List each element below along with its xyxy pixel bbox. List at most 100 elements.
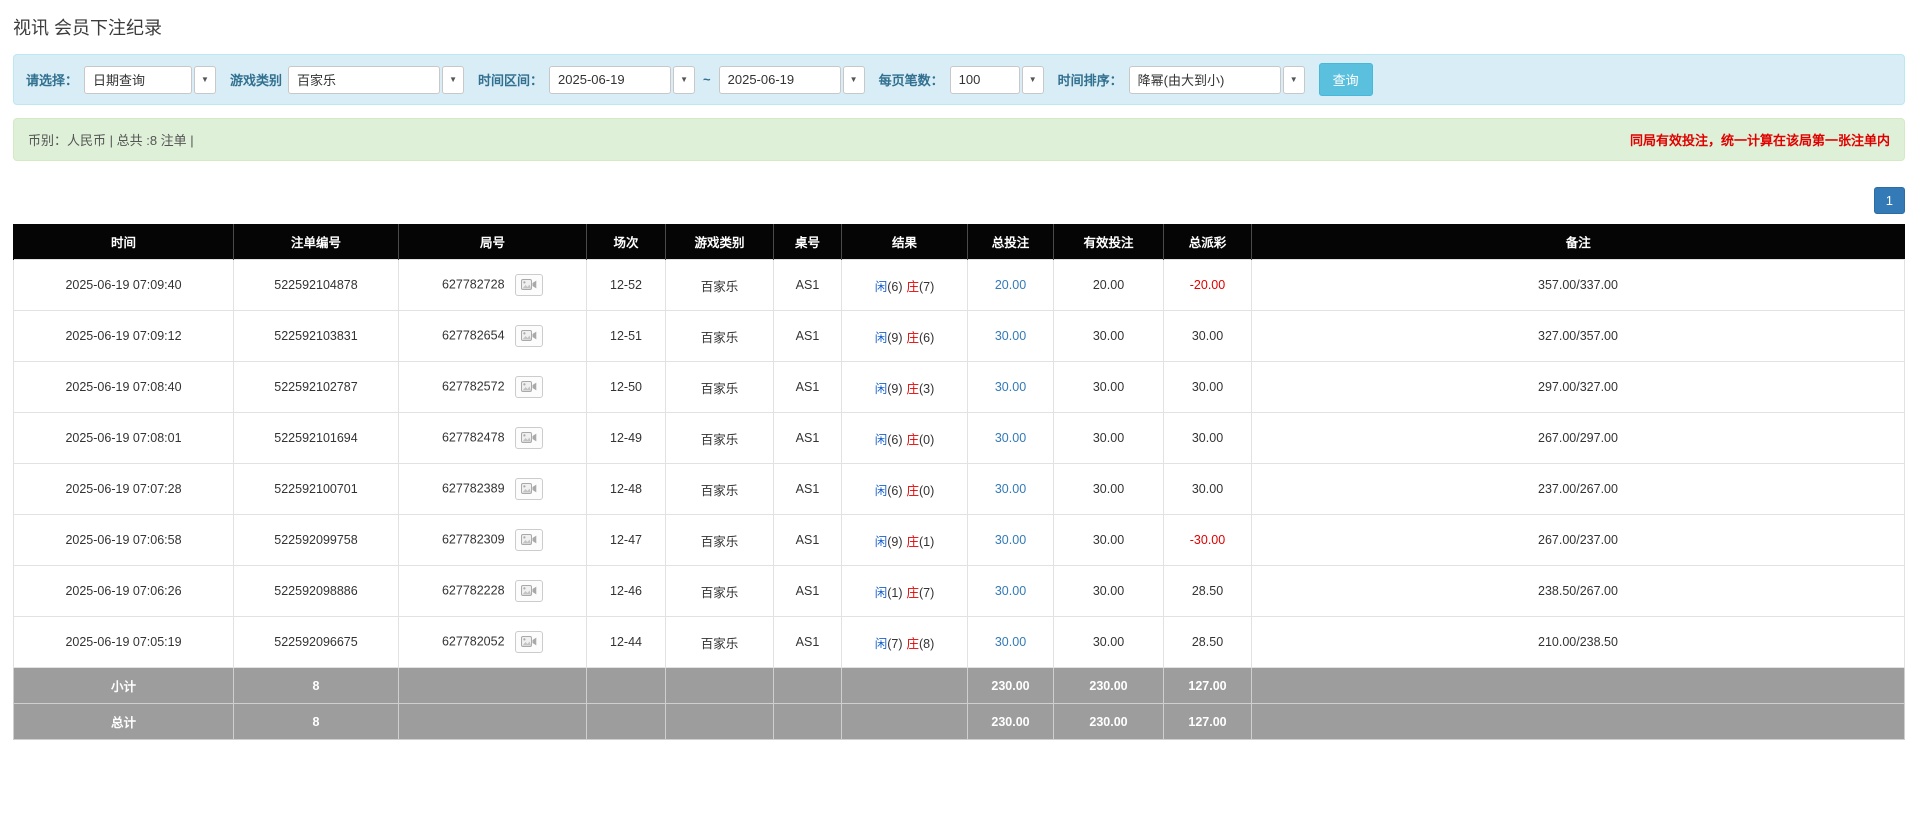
subtotal-empty-note xyxy=(1252,668,1905,704)
total-bet-link[interactable]: 30.00 xyxy=(995,431,1026,445)
game-type-label: 游戏类别 xyxy=(230,70,282,89)
cell-note: 210.00/238.50 xyxy=(1252,617,1905,668)
total-bet-link[interactable]: 30.00 xyxy=(995,584,1026,598)
grand-total-empty-round xyxy=(399,704,587,740)
cell-total-bet: 30.00 xyxy=(968,617,1054,668)
cell-note: 357.00/337.00 xyxy=(1252,260,1905,311)
date-to-dropdown-button[interactable]: ▼ xyxy=(843,66,865,94)
cell-round-id: 627782478 xyxy=(399,413,587,464)
page-size-input[interactable] xyxy=(950,66,1020,94)
chevron-down-icon: ▼ xyxy=(449,76,457,84)
filter-bar: 请选择： ▼ 游戏类别 ▼ 时间区间： ▼ ~ ▼ 每页笔数： ▼ 时间排序： … xyxy=(13,54,1905,105)
round-id-text: 627782572 xyxy=(442,379,505,393)
cell-bet-id: 522592098886 xyxy=(234,566,399,617)
cell-table-no: AS1 xyxy=(774,566,842,617)
select-type-combo: ▼ xyxy=(84,66,216,94)
video-camera-icon xyxy=(521,278,537,291)
search-button[interactable]: 查询 xyxy=(1319,63,1373,96)
cell-result: 闲(9)庄(1) xyxy=(842,515,968,566)
summary-currency-total: 币别：人民币 | 总共 :8 注单 | xyxy=(28,130,194,149)
video-replay-button[interactable] xyxy=(515,325,543,347)
table-row: 2025-06-19 07:08:40 522592102787 6277825… xyxy=(14,362,1905,413)
chevron-down-icon: ▼ xyxy=(201,76,209,84)
result-banker-label: 庄 xyxy=(907,586,920,600)
result-banker-score: (6) xyxy=(919,331,934,345)
total-bet-link[interactable]: 30.00 xyxy=(995,533,1026,547)
result-banker-label: 庄 xyxy=(907,484,920,498)
cell-result: 闲(6)庄(0) xyxy=(842,413,968,464)
result-banker-score: (7) xyxy=(919,586,934,600)
cell-round-id: 627782228 xyxy=(399,566,587,617)
select-type-input[interactable] xyxy=(84,66,192,94)
cell-note: 327.00/357.00 xyxy=(1252,311,1905,362)
date-from-dropdown-button[interactable]: ▼ xyxy=(673,66,695,94)
total-bet-link[interactable]: 20.00 xyxy=(995,278,1026,292)
total-bet-link[interactable]: 30.00 xyxy=(995,380,1026,394)
cell-note: 297.00/327.00 xyxy=(1252,362,1905,413)
cell-valid-bet: 30.00 xyxy=(1054,566,1164,617)
cell-session: 12-49 xyxy=(587,413,666,464)
date-to-input[interactable] xyxy=(719,66,841,94)
cell-session: 12-44 xyxy=(587,617,666,668)
grand-total-empty-table xyxy=(774,704,842,740)
cell-total-bet: 30.00 xyxy=(968,515,1054,566)
time-sort-input[interactable] xyxy=(1129,66,1281,94)
result-banker-score: (1) xyxy=(919,535,934,549)
page-size-dropdown-button[interactable]: ▼ xyxy=(1022,66,1044,94)
game-type-dropdown-button[interactable]: ▼ xyxy=(442,66,464,94)
result-banker-label: 庄 xyxy=(907,535,920,549)
video-replay-button[interactable] xyxy=(515,274,543,296)
video-camera-icon xyxy=(521,431,537,444)
result-player-score: (1) xyxy=(887,586,902,600)
betting-records-table: 时间 注单编号 局号 场次 游戏类别 桌号 结果 总投注 有效投注 总派彩 备注… xyxy=(13,224,1905,740)
page: 视讯 会员下注纪录 请选择： ▼ 游戏类别 ▼ 时间区间： ▼ ~ ▼ 每页笔数… xyxy=(0,0,1918,760)
cell-round-id: 627782309 xyxy=(399,515,587,566)
round-id-text: 627782228 xyxy=(442,583,505,597)
date-range-tilde: ~ xyxy=(703,72,711,87)
video-replay-button[interactable] xyxy=(515,580,543,602)
cell-payout: 30.00 xyxy=(1164,464,1252,515)
round-id-text: 627782309 xyxy=(442,532,505,546)
cell-session: 12-46 xyxy=(587,566,666,617)
total-bet-link[interactable]: 30.00 xyxy=(995,482,1026,496)
video-camera-icon xyxy=(521,380,537,393)
grand-total-total-bet: 230.00 xyxy=(968,704,1054,740)
time-sort-dropdown-button[interactable]: ▼ xyxy=(1283,66,1305,94)
select-type-label: 请选择： xyxy=(26,70,78,89)
time-sort-label: 时间排序： xyxy=(1058,70,1123,89)
cell-bet-id: 522592100701 xyxy=(234,464,399,515)
result-player-score: (6) xyxy=(887,433,902,447)
video-replay-button[interactable] xyxy=(515,529,543,551)
cell-payout: 28.50 xyxy=(1164,566,1252,617)
time-sort-combo: ▼ xyxy=(1129,66,1305,94)
cell-time: 2025-06-19 07:06:26 xyxy=(14,566,234,617)
cell-time: 2025-06-19 07:09:12 xyxy=(14,311,234,362)
cell-table-no: AS1 xyxy=(774,260,842,311)
date-from-combo: ▼ xyxy=(549,66,695,94)
table-row: 2025-06-19 07:09:12 522592103831 6277826… xyxy=(14,311,1905,362)
total-bet-link[interactable]: 30.00 xyxy=(995,635,1026,649)
select-type-dropdown-button[interactable]: ▼ xyxy=(194,66,216,94)
total-bet-link[interactable]: 30.00 xyxy=(995,329,1026,343)
table-header-row: 时间 注单编号 局号 场次 游戏类别 桌号 结果 总投注 有效投注 总派彩 备注 xyxy=(14,224,1905,260)
video-replay-button[interactable] xyxy=(515,631,543,653)
grand-total-empty-result xyxy=(842,704,968,740)
video-replay-button[interactable] xyxy=(515,427,543,449)
video-replay-button[interactable] xyxy=(515,376,543,398)
cell-result: 闲(6)庄(0) xyxy=(842,464,968,515)
pagination: 1 xyxy=(13,187,1905,214)
result-player-label: 闲 xyxy=(875,484,888,498)
subtotal-empty-round xyxy=(399,668,587,704)
subtotal-count: 8 xyxy=(234,668,399,704)
game-type-input[interactable] xyxy=(288,66,440,94)
cell-round-id: 627782654 xyxy=(399,311,587,362)
cell-valid-bet: 30.00 xyxy=(1054,362,1164,413)
pagination-page-1-button[interactable]: 1 xyxy=(1874,187,1905,214)
cell-session: 12-48 xyxy=(587,464,666,515)
result-banker-score: (8) xyxy=(919,637,934,651)
grand-total-valid-bet: 230.00 xyxy=(1054,704,1164,740)
cell-valid-bet: 30.00 xyxy=(1054,515,1164,566)
video-replay-button[interactable] xyxy=(515,478,543,500)
date-from-input[interactable] xyxy=(549,66,671,94)
result-banker-label: 庄 xyxy=(907,433,920,447)
